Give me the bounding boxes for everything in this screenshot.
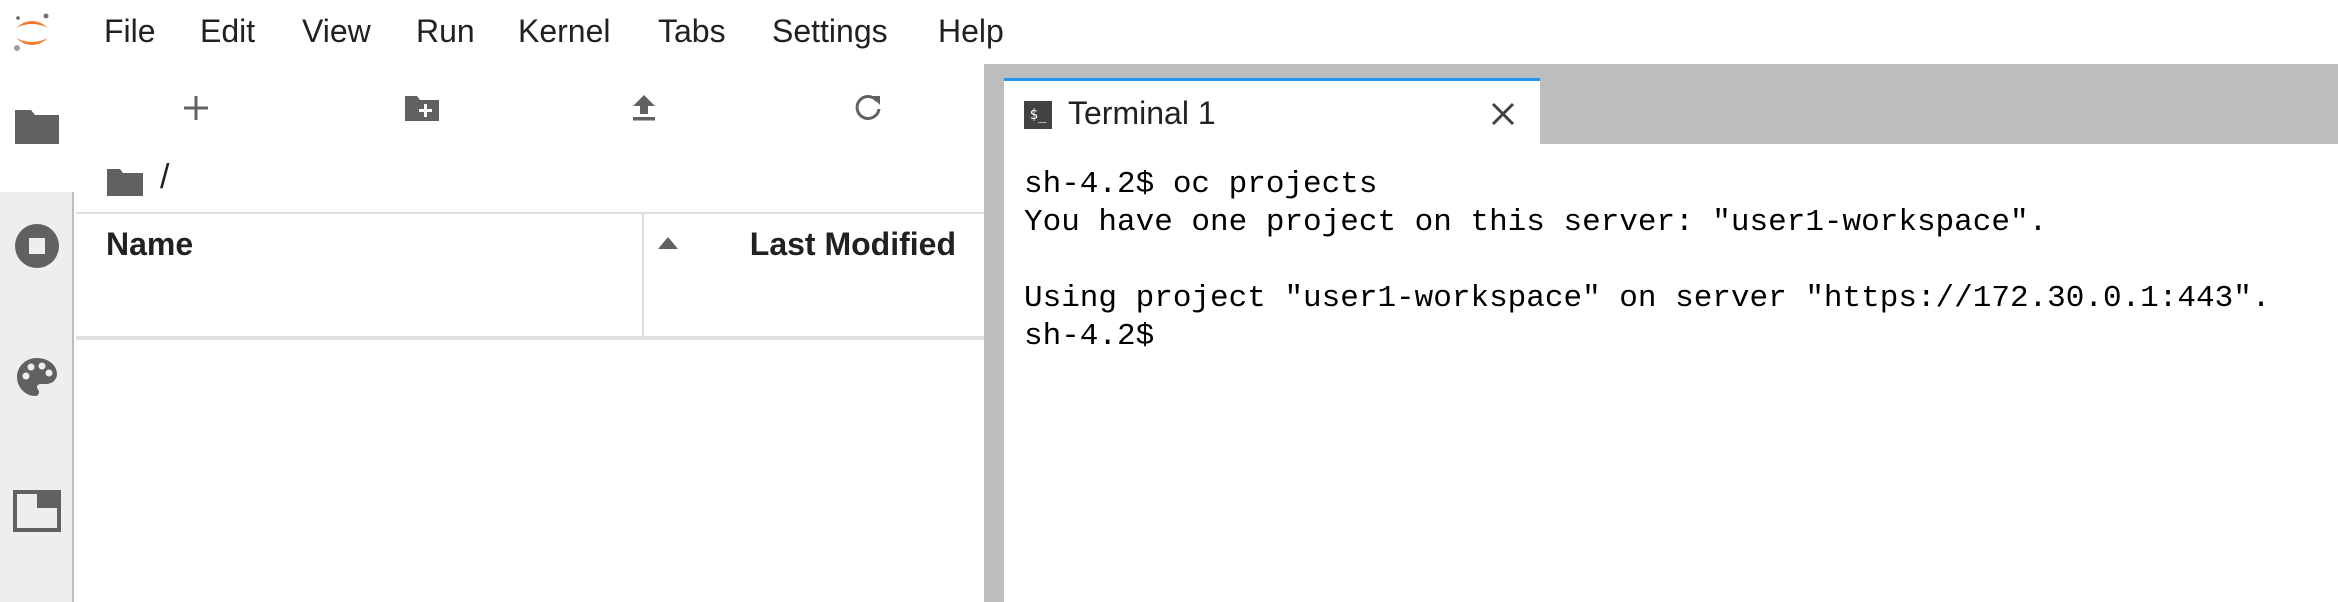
tab-bar: $_ Terminal 1 [1004, 64, 2338, 146]
terminal-icon: $_ [1024, 101, 1052, 129]
menu-view[interactable]: View [302, 13, 371, 50]
tabs-icon [13, 490, 61, 532]
folder-icon [15, 110, 59, 144]
activity-tab-commands[interactable] [0, 320, 74, 448]
activity-tab-files[interactable] [0, 64, 76, 192]
file-browser-toolbar [76, 64, 984, 150]
terminal-line: sh-4.2$ oc projects [1024, 167, 1378, 202]
menu-help[interactable]: Help [938, 13, 1004, 50]
terminal-line: You have one project on this server: "us… [1024, 205, 2048, 240]
menu-tabs[interactable]: Tabs [658, 13, 726, 50]
sort-ascending-icon [658, 237, 678, 249]
tab-terminal-1[interactable]: $_ Terminal 1 [1004, 78, 1540, 146]
new-launcher-button[interactable] [172, 86, 220, 130]
activity-tab-running[interactable] [0, 192, 74, 320]
menu-kernel[interactable]: Kernel [518, 13, 611, 50]
panel-splitter[interactable] [984, 64, 1004, 602]
new-folder-icon [405, 96, 439, 121]
stop-circle-icon [15, 224, 59, 268]
menu-bar: File Edit View Run Kernel Tabs Settings … [0, 0, 2338, 64]
menu-edit[interactable]: Edit [200, 13, 255, 50]
jupyter-logo[interactable] [8, 8, 56, 56]
activity-tab-open-tabs[interactable] [0, 448, 74, 576]
column-divider[interactable] [642, 214, 644, 338]
upload-icon [633, 95, 655, 121]
palette-icon [17, 358, 57, 396]
menu-settings[interactable]: Settings [772, 13, 888, 50]
new-folder-button[interactable] [396, 86, 444, 130]
refresh-button[interactable] [844, 86, 892, 130]
refresh-icon [855, 94, 881, 120]
plus-icon [184, 96, 208, 120]
close-icon[interactable] [1486, 97, 1520, 131]
tab-label: Terminal 1 [1068, 95, 1216, 131]
breadcrumb-root[interactable]: / [160, 158, 169, 197]
terminal-prompt: sh-4.2$ [1024, 319, 1173, 354]
home-folder-icon[interactable] [106, 166, 144, 198]
file-browser: / Name Last Modified [76, 64, 984, 602]
menu-file[interactable]: File [104, 13, 156, 50]
column-header-name[interactable]: Name [106, 226, 193, 263]
upload-button[interactable] [620, 86, 668, 130]
terminal-output[interactable]: sh-4.2$ oc projects You have one project… [1004, 146, 2338, 602]
file-list[interactable] [76, 340, 984, 602]
main-dock-panel: $_ Terminal 1 sh-4.2$ oc projects You ha… [1004, 64, 2338, 602]
activity-bar [0, 64, 76, 602]
column-header-last-modified[interactable]: Last Modified [750, 226, 956, 263]
terminal-line: Using project "user1-workspace" on serve… [1024, 281, 2271, 316]
menu-run[interactable]: Run [416, 13, 475, 50]
